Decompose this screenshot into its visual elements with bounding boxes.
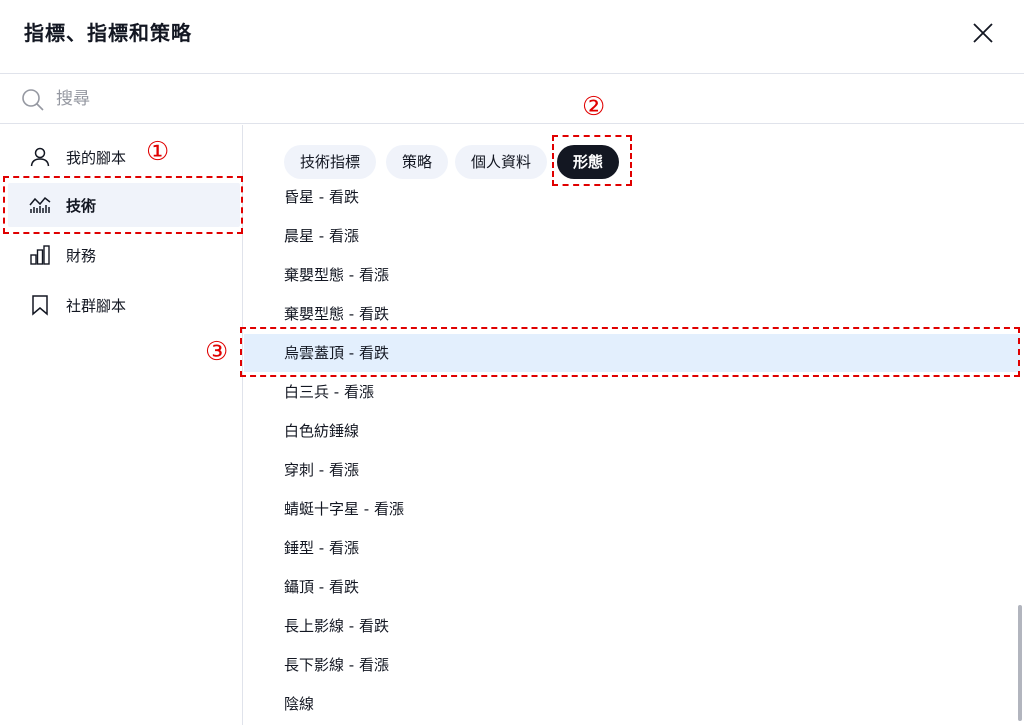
close-icon[interactable] <box>970 20 996 46</box>
sidebar-item-label: 我的腳本 <box>66 148 127 167</box>
search-input[interactable] <box>56 86 456 112</box>
list-item[interactable]: 蜻蜓十字星 - 看漲 <box>244 490 1020 528</box>
annotation-number-3: ③ <box>205 337 229 367</box>
dialog-title: 指標、指標和策略 <box>24 21 192 45</box>
bookmark-icon <box>28 293 52 317</box>
annotation-number-2: ② <box>582 92 606 122</box>
dialog-header: 指標、指標和策略 <box>0 0 1024 72</box>
list-item[interactable]: 長下影線 - 看漲 <box>244 646 1020 684</box>
sidebar-item-label: 社群腳本 <box>66 296 127 315</box>
sidebar-item-financials[interactable]: 財務 <box>8 233 240 277</box>
search-bar <box>0 73 1024 124</box>
sidebar-item-label: 技術 <box>66 196 97 215</box>
list-item[interactable]: 長上影線 - 看跌 <box>244 607 1020 645</box>
sidebar-item-label: 財務 <box>66 246 97 265</box>
list-item[interactable]: 陰線 <box>244 685 1020 723</box>
sidebar-item-technicals[interactable]: 技術 <box>8 183 240 227</box>
list-item[interactable]: 昏星 - 看跌 <box>244 178 1020 216</box>
chart-icon <box>28 193 52 217</box>
tab-profiles[interactable]: 個人資料 <box>455 145 548 179</box>
scrollbar[interactable] <box>1018 605 1022 721</box>
list-item[interactable]: 白三兵 - 看漲 <box>244 373 1020 411</box>
list-item[interactable]: 棄嬰型態 - 看漲 <box>244 256 1020 294</box>
search-icon <box>20 87 46 113</box>
list-item[interactable]: 穿刺 - 看漲 <box>244 451 1020 489</box>
tab-strategies[interactable]: 策略 <box>386 145 449 179</box>
sidebar-item-my-scripts[interactable]: 我的腳本 <box>8 135 240 179</box>
user-icon <box>28 145 52 169</box>
sidebar-item-community-scripts[interactable]: 社群腳本 <box>8 283 240 327</box>
list-item[interactable]: 晨星 - 看漲 <box>244 217 1020 255</box>
list-item[interactable]: 棄嬰型態 - 看跌 <box>244 295 1020 333</box>
bar-chart-icon <box>28 243 52 267</box>
tab-patterns[interactable]: 形態 <box>557 145 620 179</box>
annotation-number-1: ① <box>146 137 170 167</box>
list-item-highlighted[interactable]: 烏雲蓋頂 - 看跌 <box>244 334 1020 372</box>
list-item[interactable]: 鑷頂 - 看跌 <box>244 568 1020 606</box>
tab-technical-indicators[interactable]: 技術指標 <box>284 145 377 179</box>
main-panel: 技術指標 策略 個人資料 形態 昏星 - 看跌 晨星 - 看漲 棄嬰型態 - 看… <box>244 125 1024 725</box>
list-item[interactable]: 白色紡錘線 <box>244 412 1020 450</box>
list-item[interactable]: 錘型 - 看漲 <box>244 529 1020 567</box>
sidebar: 我的腳本 技術 財務 社群腳本 <box>0 125 243 725</box>
